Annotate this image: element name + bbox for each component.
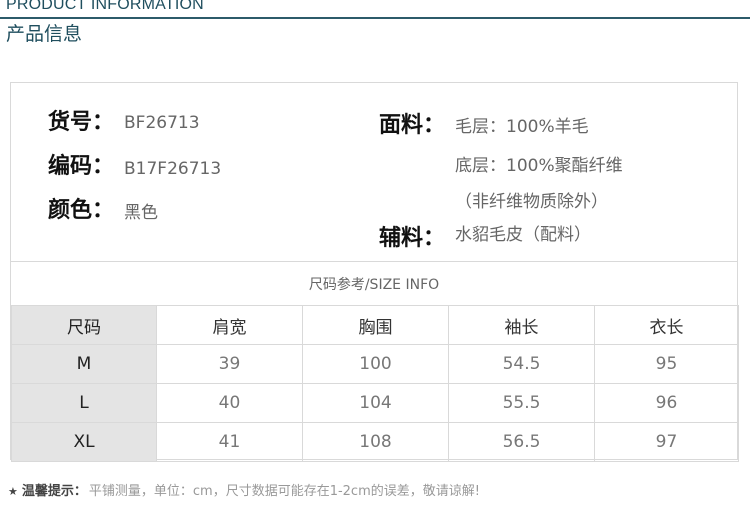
sleeve-cell: 54.5 xyxy=(448,344,595,384)
fabric-line-3: （非纤维物质除外） xyxy=(455,192,608,212)
length-cell: 96 xyxy=(594,383,739,423)
size-cell: XL xyxy=(11,422,157,462)
size-info-bar: 尺码参考/SIZE INFO xyxy=(11,261,737,305)
table-row: M 39 100 54.5 95 xyxy=(11,344,739,384)
size-info-title: 尺码参考/SIZE INFO xyxy=(308,277,440,293)
size-cell: M xyxy=(11,344,157,384)
accessory-value: 水貂毛皮（配料） xyxy=(455,225,591,245)
fabric-label: 面料： xyxy=(379,113,446,138)
header-cell-length: 衣长 xyxy=(594,305,739,345)
length-cell: 95 xyxy=(594,344,739,384)
header-title-en: PRODUCT INFORMATION xyxy=(6,0,204,13)
color-value: 黑色 xyxy=(124,203,158,223)
size-table-header-row: 尺码 肩宽 胸围 袖长 衣长 xyxy=(11,305,739,345)
length-cell: 97 xyxy=(594,422,739,462)
header-divider xyxy=(0,17,750,19)
code-value: B17F26713 xyxy=(124,159,222,179)
shoulder-cell: 41 xyxy=(156,422,303,462)
table-row: XL 41 108 56.5 97 xyxy=(11,422,739,462)
item-no-value: BF26713 xyxy=(124,113,200,133)
star-icon: ★ xyxy=(8,485,18,498)
color-label: 颜色： xyxy=(48,198,115,223)
header-cell-size: 尺码 xyxy=(11,305,157,345)
product-info-card: 货号： BF26713 编码： B17F26713 颜色： 黑色 面料： 毛层：… xyxy=(10,82,739,462)
size-table: 尺码 肩宽 胸围 袖长 衣长 M 39 100 54.5 95 L 40 104… xyxy=(11,305,739,462)
footnote-text: 平铺测量，单位：cm，尺寸数据可能存在1-2cm的误差，敬请谅解! xyxy=(88,484,480,499)
shoulder-cell: 40 xyxy=(156,383,303,423)
chest-cell: 108 xyxy=(302,422,449,462)
header-cell-chest: 胸围 xyxy=(302,305,449,345)
header-cell-sleeve: 袖长 xyxy=(448,305,595,345)
header-title-cn: 产品信息 xyxy=(6,23,83,45)
item-no-label: 货号： xyxy=(48,110,115,135)
footnote: ★ 温馨提示： 平铺测量，单位：cm，尺寸数据可能存在1-2cm的误差，敬请谅解! xyxy=(8,480,480,499)
sleeve-cell: 55.5 xyxy=(448,383,595,423)
size-cell: L xyxy=(11,383,157,423)
fabric-line-2: 底层：100%聚酯纤维 xyxy=(455,156,623,176)
chest-cell: 104 xyxy=(302,383,449,423)
accessory-label: 辅料： xyxy=(379,226,446,251)
sleeve-cell: 56.5 xyxy=(448,422,595,462)
code-label: 编码： xyxy=(48,154,115,179)
footnote-label: 温馨提示： xyxy=(21,484,87,499)
chest-cell: 100 xyxy=(302,344,449,384)
shoulder-cell: 39 xyxy=(156,344,303,384)
header-cell-shoulder: 肩宽 xyxy=(156,305,303,345)
fabric-line-1: 毛层：100%羊毛 xyxy=(455,117,589,137)
table-row: L 40 104 55.5 96 xyxy=(11,383,739,423)
